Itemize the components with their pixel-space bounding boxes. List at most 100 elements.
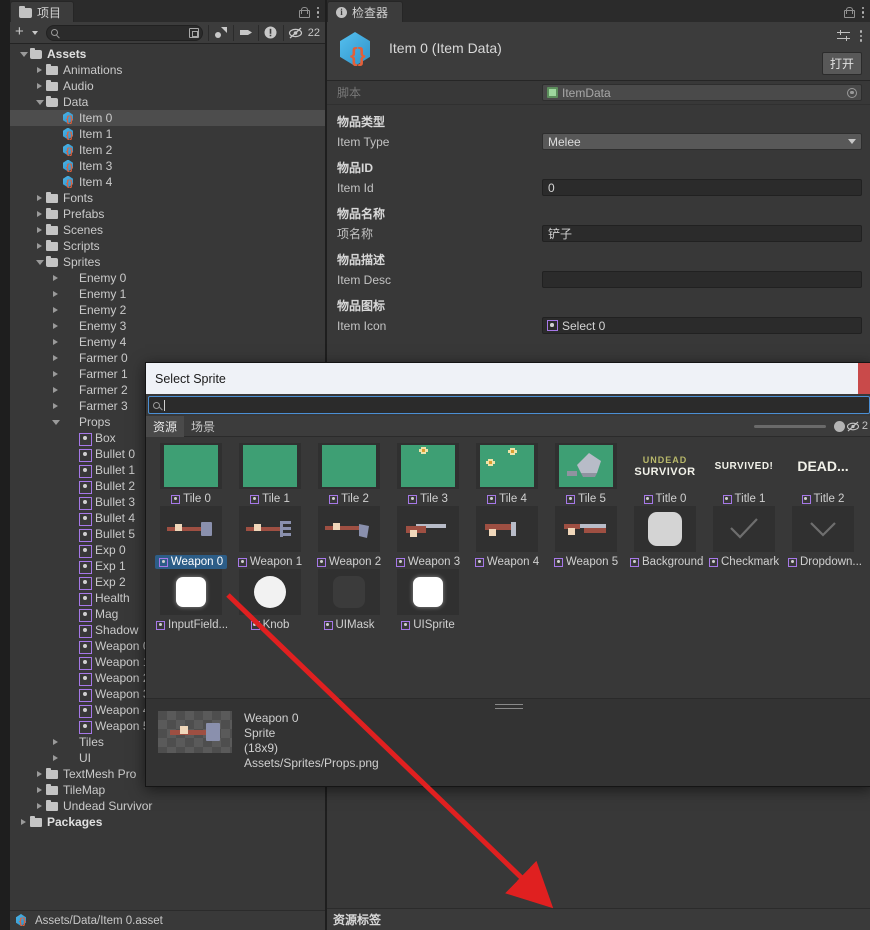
sprite-cell-tile-0[interactable]: Tile 0 bbox=[152, 443, 230, 506]
script-object-field[interactable]: ItemData bbox=[542, 84, 862, 101]
sprite-cell-tile-1[interactable]: Tile 1 bbox=[231, 443, 309, 506]
disclosure-triangle[interactable] bbox=[50, 403, 61, 409]
disclosure-triangle[interactable] bbox=[50, 739, 61, 745]
search-input[interactable] bbox=[45, 24, 203, 41]
sprite-cell-checkmark[interactable]: Checkmark bbox=[705, 506, 783, 569]
sprite-grid[interactable]: Tile 0 Tile 1 Tile 2 Tile 3 Tile 4 Tile 5 UNDE… bbox=[146, 437, 870, 717]
tree-item-prefabs[interactable]: Prefabs bbox=[10, 206, 325, 222]
field-input[interactable]: 0 bbox=[542, 179, 862, 196]
disclosure-triangle[interactable] bbox=[50, 339, 61, 345]
tree-item-animations[interactable]: Animations bbox=[10, 62, 325, 78]
warning-icon[interactable] bbox=[261, 24, 281, 42]
tree-item-enemy-3[interactable]: Enemy 3 bbox=[10, 318, 325, 334]
preset-icon[interactable] bbox=[836, 30, 850, 42]
sprite-cell-tile-5[interactable]: Tile 5 bbox=[547, 443, 625, 506]
tree-item-item-4[interactable]: Item 4 bbox=[10, 174, 325, 190]
tree-item-scripts[interactable]: Scripts bbox=[10, 238, 325, 254]
tab-project[interactable]: 项目 bbox=[10, 1, 75, 22]
disclosure-triangle[interactable] bbox=[34, 243, 45, 249]
save-filter-icon[interactable] bbox=[211, 24, 231, 42]
sprite-cell-inputfield-[interactable]: InputField... bbox=[152, 569, 230, 632]
open-button[interactable]: 打开 bbox=[821, 52, 862, 75]
disclosure-triangle[interactable] bbox=[34, 227, 45, 233]
field-input[interactable]: 铲子 bbox=[542, 225, 862, 242]
tree-item-fonts[interactable]: Fonts bbox=[10, 190, 325, 206]
sprite-cell-background[interactable]: Background bbox=[626, 506, 704, 569]
disclosure-triangle[interactable] bbox=[50, 355, 61, 361]
sprite-cell-weapon-3[interactable]: Weapon 3 bbox=[389, 506, 467, 569]
sprite-cell-knob[interactable]: Knob bbox=[231, 569, 309, 632]
sprite-cell-title-1[interactable]: SURVIVED! Title 1 bbox=[705, 443, 783, 506]
sprite-cell-tile-2[interactable]: Tile 2 bbox=[310, 443, 388, 506]
eye-off-icon[interactable] bbox=[286, 24, 306, 42]
disclosure-triangle[interactable] bbox=[34, 787, 45, 793]
tree-item-item-1[interactable]: Item 1 bbox=[10, 126, 325, 142]
disclosure-triangle[interactable] bbox=[34, 211, 45, 217]
tree-item-assets[interactable]: Assets bbox=[10, 46, 325, 62]
disclosure-triangle[interactable] bbox=[50, 323, 61, 329]
disclosure-triangle[interactable] bbox=[34, 803, 45, 809]
tree-item-scenes[interactable]: Scenes bbox=[10, 222, 325, 238]
sprite-cell-weapon-2[interactable]: Weapon 2 bbox=[310, 506, 388, 569]
create-asset-button[interactable]: + bbox=[12, 24, 27, 42]
sprite-cell-title-2[interactable]: DEAD... Title 2 bbox=[784, 443, 862, 506]
disclosure-triangle[interactable] bbox=[18, 819, 29, 825]
sprite-cell-uimask[interactable]: UIMask bbox=[310, 569, 388, 632]
tree-item-enemy-0[interactable]: Enemy 0 bbox=[10, 270, 325, 286]
disclosure-triangle[interactable] bbox=[34, 771, 45, 777]
sprite-cell-tile-3[interactable]: Tile 3 bbox=[389, 443, 467, 506]
item-icon-object-field[interactable]: Select 0 bbox=[542, 317, 862, 334]
disclosure-triangle[interactable] bbox=[34, 259, 45, 265]
tab-assets[interactable]: 资源 bbox=[146, 415, 185, 437]
lock-icon[interactable] bbox=[843, 6, 855, 18]
sprite-cell-dropdown-[interactable]: Dropdown... bbox=[784, 506, 862, 569]
tree-item-packages[interactable]: Packages bbox=[10, 814, 325, 830]
disclosure-triangle[interactable] bbox=[50, 371, 61, 377]
disclosure-triangle[interactable] bbox=[34, 195, 45, 201]
tab-scene[interactable]: 场景 bbox=[184, 416, 222, 437]
sprite-cell-tile-4[interactable]: Tile 4 bbox=[468, 443, 546, 506]
disclosure-triangle[interactable] bbox=[18, 51, 29, 57]
sprite-cell-weapon-1[interactable]: Weapon 1 bbox=[231, 506, 309, 569]
label-icon[interactable] bbox=[236, 24, 256, 42]
more-options-icon[interactable] bbox=[316, 6, 319, 18]
tab-inspector[interactable]: i 检查器 bbox=[327, 1, 404, 22]
tree-item-undead-survivor[interactable]: Undead Survivor bbox=[10, 798, 325, 814]
component-menu-icon[interactable] bbox=[859, 30, 862, 42]
disclosure-triangle[interactable] bbox=[50, 755, 61, 761]
lock-icon[interactable] bbox=[298, 6, 310, 18]
disclosure-triangle[interactable] bbox=[34, 83, 45, 89]
zoom-slider-track[interactable] bbox=[754, 425, 826, 428]
sprite-cell-weapon-0[interactable]: Weapon 0 bbox=[152, 506, 230, 569]
tree-item-enemy-2[interactable]: Enemy 2 bbox=[10, 302, 325, 318]
disclosure-triangle[interactable] bbox=[50, 291, 61, 297]
tree-item-enemy-4[interactable]: Enemy 4 bbox=[10, 334, 325, 350]
tree-item-enemy-1[interactable]: Enemy 1 bbox=[10, 286, 325, 302]
item-type-dropdown[interactable]: Melee bbox=[542, 133, 862, 150]
more-options-icon[interactable] bbox=[861, 6, 864, 18]
sprite-cell-weapon-5[interactable]: Weapon 5 bbox=[547, 506, 625, 569]
tree-item-item-2[interactable]: Item 2 bbox=[10, 142, 325, 158]
disclosure-triangle[interactable] bbox=[34, 67, 45, 73]
object-picker-icon[interactable] bbox=[188, 27, 199, 38]
disclosure-triangle[interactable] bbox=[50, 307, 61, 313]
tree-item-sprites[interactable]: Sprites bbox=[10, 254, 325, 270]
close-icon[interactable] bbox=[858, 363, 870, 394]
sprite-search-input[interactable] bbox=[148, 396, 870, 414]
tree-item-data[interactable]: Data bbox=[10, 94, 325, 110]
disclosure-triangle[interactable] bbox=[50, 275, 61, 281]
field-input[interactable] bbox=[542, 271, 862, 288]
tree-item-item-3[interactable]: Item 3 bbox=[10, 158, 325, 174]
resize-handle[interactable] bbox=[495, 704, 523, 712]
zoom-slider-knob[interactable] bbox=[834, 421, 845, 432]
disclosure-triangle[interactable] bbox=[50, 387, 61, 393]
tree-item-item-0[interactable]: Item 0 bbox=[10, 110, 325, 126]
sprite-cell-weapon-4[interactable]: Weapon 4 bbox=[468, 506, 546, 569]
sprite-cell-title-0[interactable]: UNDEAD SURVIVOR Title 0 bbox=[626, 443, 704, 506]
sprite-cell-uisprite[interactable]: UISprite bbox=[389, 569, 467, 632]
create-asset-dropdown[interactable] bbox=[29, 24, 41, 42]
object-picker-icon[interactable] bbox=[847, 87, 857, 98]
disclosure-triangle[interactable] bbox=[34, 99, 45, 105]
tree-item-audio[interactable]: Audio bbox=[10, 78, 325, 94]
disclosure-triangle[interactable] bbox=[50, 419, 61, 425]
